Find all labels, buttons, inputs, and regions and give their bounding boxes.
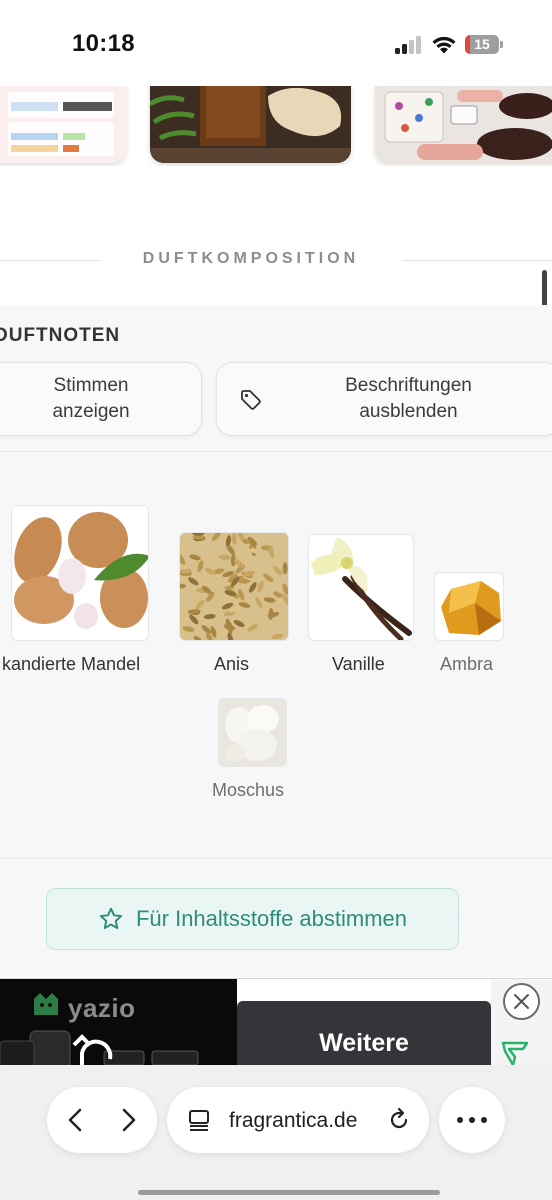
- more-icon: [457, 1117, 487, 1123]
- almond-image: [11, 505, 149, 641]
- status-bar: 10:18 15: [0, 0, 552, 86]
- hide-labels-button[interactable]: Beschriftungen ausblenden: [216, 362, 552, 436]
- vote-ingredients-label: Für Inhaltsstoffe abstimmen: [135, 906, 408, 931]
- show-votes-label-line1: Stimmen: [53, 375, 129, 396]
- image-carousel[interactable]: [0, 86, 552, 166]
- address-bar[interactable]: fragrantica.de: [167, 1087, 429, 1153]
- star-icon: [99, 907, 123, 930]
- wifi-icon: [432, 36, 456, 54]
- status-time: 10:18: [72, 30, 135, 57]
- reload-icon[interactable]: [385, 1106, 413, 1134]
- ad-network-icon: [501, 1041, 529, 1067]
- ad-cta-button[interactable]: Weitere: [237, 1001, 491, 1069]
- close-icon: [514, 994, 529, 1009]
- ad-banner[interactable]: yazio Weitere: [0, 978, 552, 1069]
- url-text: fragrantica.de: [229, 1109, 358, 1132]
- home-indicator[interactable]: [138, 1190, 440, 1195]
- section-heading-row: DUFTKOMPOSITION: [0, 248, 552, 274]
- musk-image: [218, 698, 287, 767]
- tag-icon: [241, 390, 261, 410]
- note-label: kandierte Mandel: [2, 654, 141, 674]
- show-votes-button[interactable]: Stimmen anzeigen: [0, 362, 202, 436]
- ad-close-button[interactable]: [503, 983, 540, 1020]
- back-icon[interactable]: [61, 1105, 91, 1135]
- section-title: DUFTKOMPOSITION: [142, 250, 360, 267]
- note-label: Anis: [214, 654, 250, 674]
- forward-icon[interactable]: [113, 1105, 143, 1135]
- carousel-card-perfume-bottle[interactable]: [150, 86, 351, 163]
- battery-level: 15: [474, 36, 490, 52]
- hide-labels-line1: Beschriftungen: [345, 375, 472, 396]
- note-label: Ambra: [440, 654, 494, 674]
- cellular-signal-icon: [395, 36, 423, 54]
- page-menu-icon[interactable]: [187, 1108, 211, 1132]
- history-nav: [47, 1087, 157, 1153]
- ad-brand-logo: yazio: [68, 993, 136, 1023]
- vote-ingredients-button[interactable]: Für Inhaltsstoffe abstimmen: [46, 888, 459, 950]
- browser-toolbar: fragrantica.de: [0, 1065, 552, 1200]
- notes-heading: DUFTNOTEN: [0, 325, 121, 346]
- show-votes-label-line2: anzeigen: [52, 401, 130, 422]
- ad-sidebar: [491, 979, 552, 1069]
- note-label: Vanille: [332, 654, 385, 674]
- carousel-card-chart[interactable]: [0, 86, 126, 163]
- more-button[interactable]: [439, 1087, 505, 1153]
- amber-image: [434, 572, 504, 641]
- fragrance-notes-panel: DUFTNOTEN Stimmen anzeigen Beschriftunge…: [0, 305, 552, 977]
- note-label: Moschus: [212, 780, 285, 800]
- hide-labels-line2: ausblenden: [359, 401, 458, 422]
- battery-icon: 15: [465, 35, 503, 54]
- ad-image[interactable]: yazio: [0, 979, 237, 1069]
- anise-image: [179, 532, 289, 641]
- carousel-card-brushes[interactable]: [375, 86, 552, 163]
- vanilla-image: [308, 534, 414, 641]
